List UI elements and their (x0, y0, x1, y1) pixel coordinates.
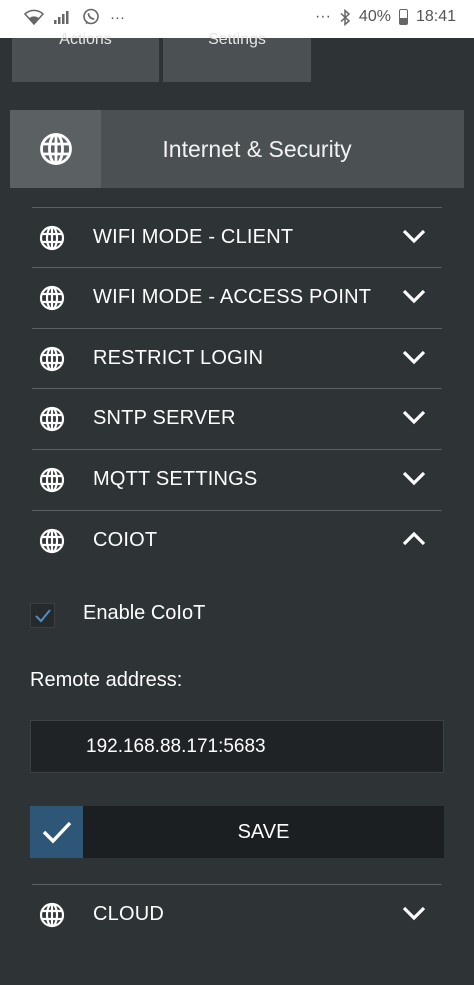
section-header: Internet & Security (10, 110, 464, 188)
chevron-down-icon[interactable] (402, 470, 426, 486)
actions-tile-label: Actions (59, 31, 112, 48)
save-button[interactable]: SAVE (30, 806, 444, 858)
enable-coiot-label: Enable CoIoT (83, 602, 206, 624)
row-label: WIFI MODE - ACCESS POINT (93, 286, 372, 308)
row-cloud[interactable]: CLOUD (32, 884, 442, 944)
row-sntp-server[interactable]: SNTP SERVER (32, 388, 442, 448)
save-button-label: SAVE (237, 821, 290, 843)
chevron-down-icon[interactable] (402, 288, 426, 304)
globe-icon (39, 225, 65, 251)
row-coiot[interactable]: COIOT (32, 510, 442, 570)
remote-address-label: Remote address: (30, 669, 183, 691)
chevron-down-icon[interactable] (402, 349, 426, 365)
row-wifi-client[interactable]: WIFI MODE - CLIENT (32, 207, 442, 267)
clock: 18:41 (415, 8, 456, 25)
row-label: SNTP SERVER (93, 407, 236, 429)
remote-address-input[interactable] (30, 720, 444, 773)
row-mqtt-settings[interactable]: MQTT SETTINGS (32, 449, 442, 509)
save-check-box (30, 806, 83, 858)
more-notifications: ··· (110, 8, 125, 26)
row-label: WIFI MODE - CLIENT (93, 226, 294, 248)
row-wifi-access-point[interactable]: WIFI MODE - ACCESS POINT (32, 267, 442, 327)
section-title: Internet & Security (162, 136, 352, 162)
settings-tile-label: Settings (208, 31, 266, 48)
battery-icon (398, 9, 408, 25)
globe-icon (39, 528, 65, 554)
row-label: COIOT (93, 529, 158, 551)
enable-coiot-checkbox[interactable] (30, 603, 55, 628)
chevron-down-icon[interactable] (402, 228, 426, 244)
bluetooth-icon (339, 8, 351, 26)
row-label: MQTT SETTINGS (93, 468, 258, 490)
settings-tile[interactable]: Settings (163, 32, 311, 82)
chevron-up-icon[interactable] (402, 531, 426, 547)
globe-icon (39, 285, 65, 311)
chevron-down-icon[interactable] (402, 409, 426, 425)
row-label: RESTRICT LOGIN (93, 347, 264, 369)
chevron-down-icon[interactable] (402, 905, 426, 921)
section-icon-box (10, 110, 101, 188)
globe-icon (39, 902, 65, 928)
check-icon (42, 821, 71, 844)
signal-icon (54, 10, 72, 24)
row-restrict-login[interactable]: RESTRICT LOGIN (32, 328, 442, 388)
globe-icon (39, 406, 65, 432)
more-status: ··· (314, 8, 331, 25)
wifi-icon (24, 9, 44, 25)
globe-icon (39, 133, 72, 165)
battery-percent: 40% (358, 8, 391, 25)
globe-icon (39, 467, 65, 493)
whatsapp-icon (82, 8, 100, 26)
globe-icon (39, 346, 65, 372)
check-icon (35, 609, 51, 623)
row-label: CLOUD (93, 903, 165, 925)
actions-tile[interactable]: Actions (12, 32, 159, 82)
